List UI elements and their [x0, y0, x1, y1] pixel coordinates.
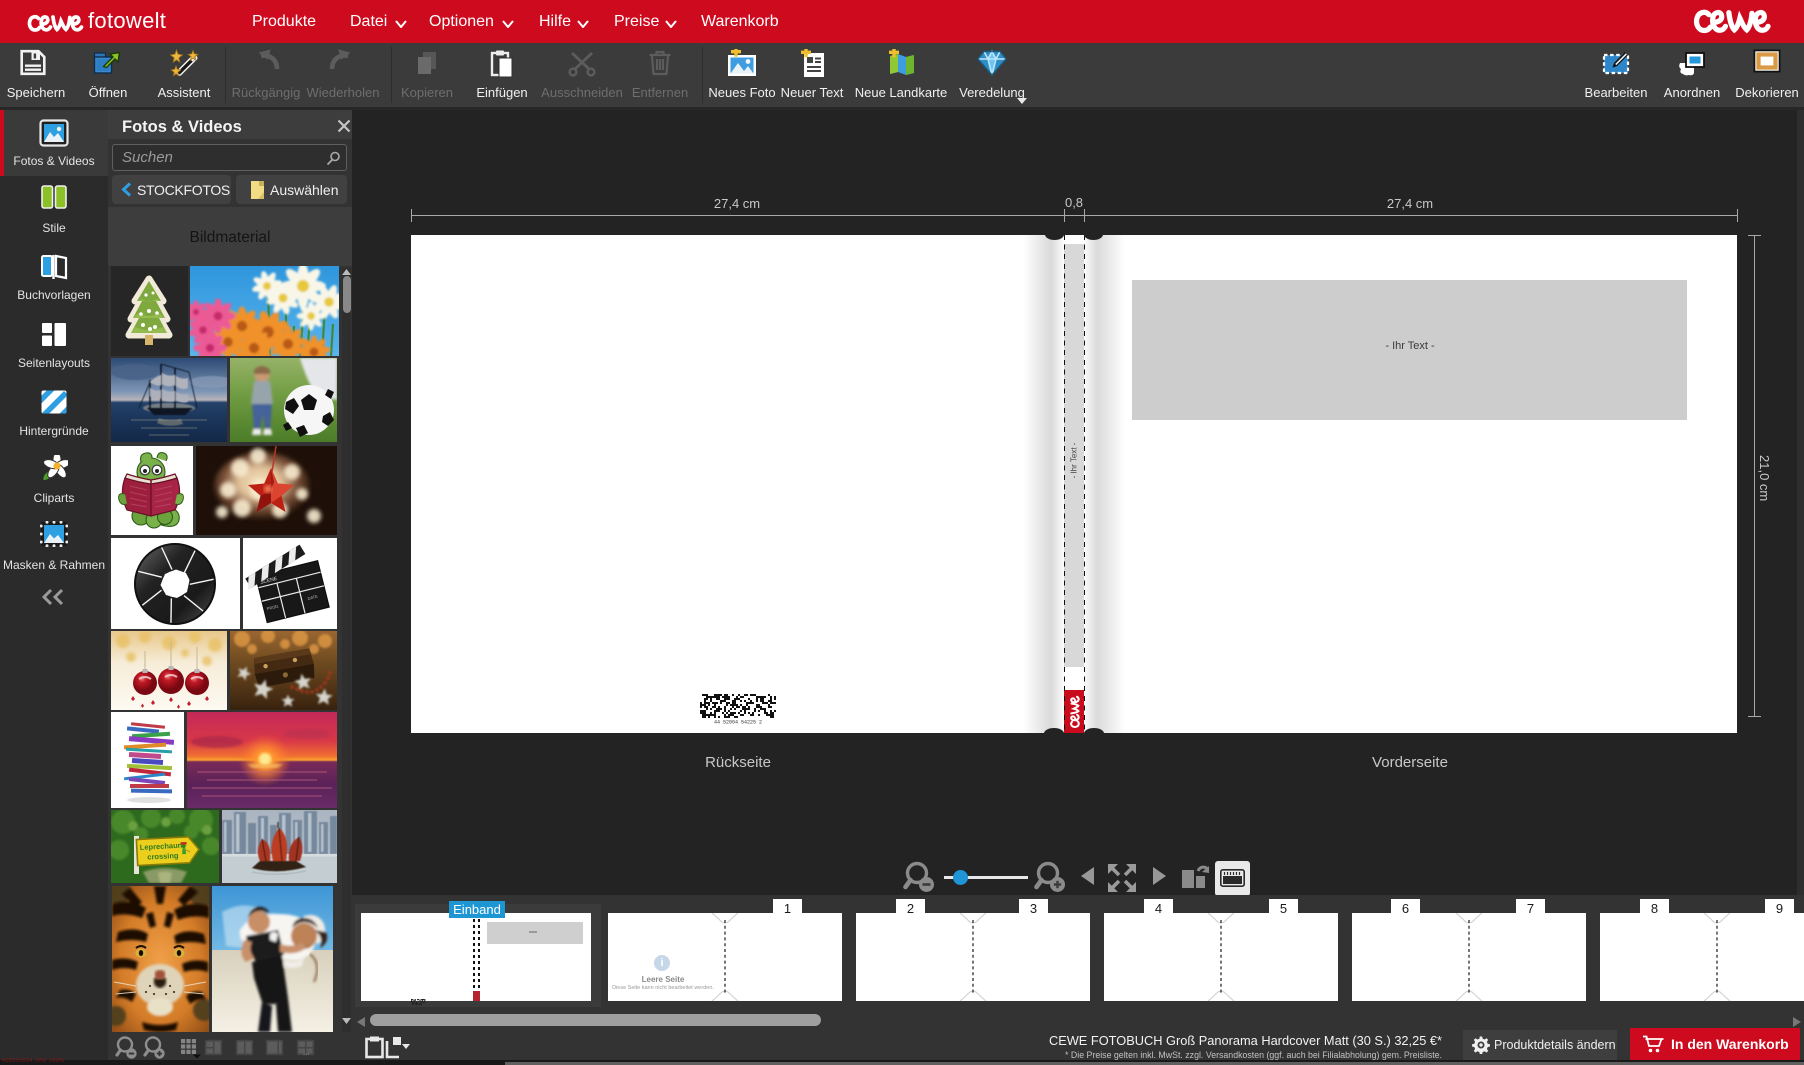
svg-text:crossing: crossing [147, 851, 179, 862]
svg-text:44 52004 54225 2: 44 52004 54225 2 [714, 720, 762, 725]
